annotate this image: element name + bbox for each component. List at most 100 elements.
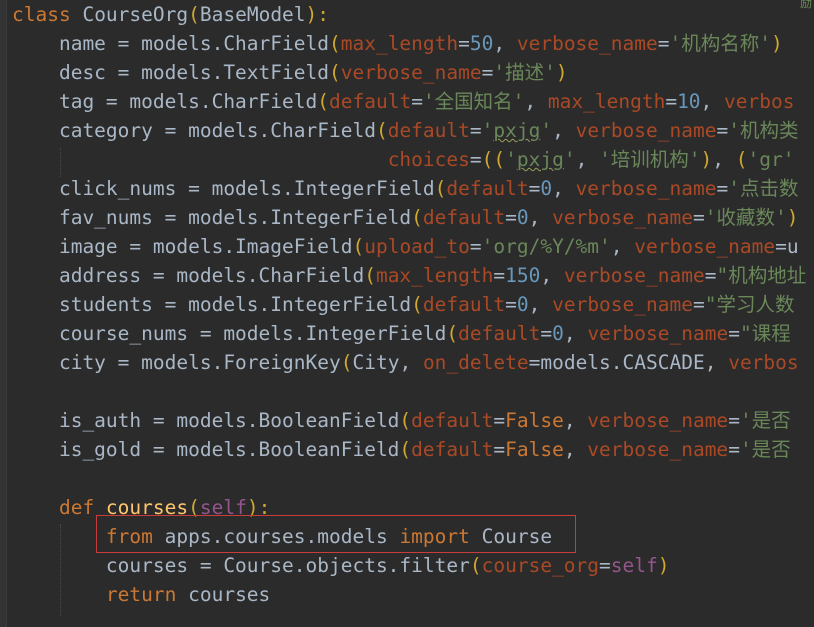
code-token: =u [775,235,799,258]
code-token: '机构类 [728,119,799,142]
editor-gutter [0,0,7,627]
code-token: ( [340,351,353,374]
code-token: fav_nums = models.IntegerField [12,206,412,229]
code-token: = [493,264,506,287]
code-token: = [716,119,729,142]
code-token: ( [411,206,423,229]
code-editor[interactable]: 励 class CourseOrg(BaseModel): name = mod… [0,0,814,627]
code-token: choices [387,148,470,171]
code-token: self [610,554,658,577]
code-token: ( [317,90,329,113]
code-token: ) [770,32,783,55]
code-token: default [446,177,529,200]
code-token: verbose_name [516,32,658,55]
code-token: ( [434,177,447,200]
code-token: = [505,206,517,229]
code-line-10[interactable]: address = models.CharField(max_length=15… [12,261,806,290]
code-token: verbose_name [587,322,729,345]
code-token: = [528,177,541,200]
code-token: = [411,90,423,113]
code-token: = [728,322,740,345]
code-token: , [552,119,576,142]
code-token: , [575,148,600,171]
code-token: image = models.ImageField [12,235,353,258]
code-line-11[interactable]: students = models.IntegerField(default=0… [12,290,795,319]
code-token: ( [188,3,200,26]
code-token: = [469,119,482,142]
code-token: = [692,293,705,316]
code-token: default [387,119,470,142]
code-token: ( [735,148,748,171]
code-token: '点击数 [728,177,799,200]
code-token: ( [399,409,412,432]
code-token: = [493,409,506,432]
code-token: , [712,148,736,171]
code-token: ( [352,235,365,258]
corner-mark: 励 [799,0,812,10]
code-line-2[interactable]: name = models.CharField(max_length=50, v… [12,29,783,58]
code-token: ( [446,322,459,345]
code-token: '是否 [739,438,791,461]
code-token: ( [469,554,482,577]
code-token: ): [305,3,330,26]
code-line-16[interactable]: is_gold = models.BooleanField(default=Fa… [12,435,791,464]
code-token: '培训机构' [599,148,701,171]
code-token: course_nums = models.IntegerField [12,322,447,345]
code-token: desc = models.TextField [12,61,329,84]
code-line-1[interactable]: class CourseOrg(BaseModel): [12,0,329,29]
code-token: = [692,206,705,229]
code-token: is_gold = models.BooleanField [12,438,400,461]
code-token: verbos [724,90,795,113]
code-token: = [458,32,470,55]
code-token: verbos [728,351,799,374]
code-token: City, [352,351,423,374]
code-token: , [524,90,548,113]
code-line-4[interactable]: tag = models.CharField(default='全国知名', m… [12,87,795,116]
code-token: , [528,293,553,316]
code-token: ' [563,148,576,171]
code-token: verbose_name [634,235,776,258]
code-token: = [728,409,740,432]
code-token: ' [540,119,553,142]
code-line-8[interactable]: fav_nums = models.IntegerField(default=0… [12,203,799,232]
code-token: ' [505,148,517,171]
code-token: default [422,206,506,229]
code-token: address = models.CharField [12,264,365,287]
code-line-12[interactable]: course_nums = models.IntegerField(defaul… [12,319,791,348]
code-token: , [610,235,635,258]
code-token: =models.CASCADE, [528,351,729,374]
code-line-7[interactable]: click_nums = models.IntegerField(default… [12,174,799,203]
code-line-20[interactable]: courses = Course.objects.filter(course_o… [12,551,670,580]
code-token: default [411,409,494,432]
code-token: "课程 [739,322,791,345]
code-line-21[interactable]: return courses [12,580,270,609]
code-token: verbose_name [575,177,717,200]
code-token: class [12,3,83,26]
code-token: upload_to [364,235,470,258]
code-token: '机构名称' [669,32,771,55]
code-token: 0 [516,206,529,229]
code-token: max_length [340,32,459,55]
code-line-13[interactable]: city = models.ForeignKey(City, on_delete… [12,348,799,377]
code-token: ) [786,206,799,229]
code-token: ) [555,61,568,84]
code-token: default [329,90,412,113]
code-line-9[interactable]: image = models.ImageField(upload_to='org… [12,232,799,261]
code-line-6[interactable]: choices=(('pxjg', '培训机构'), ('gr' [12,145,795,174]
code-token: = [716,177,729,200]
code-token: 150 [505,264,541,287]
code-token: max_length [375,264,494,287]
code-token: ( [328,32,341,55]
code-token: = [469,235,482,258]
code-token: , [540,264,564,287]
code-token: = [599,554,611,577]
code-token: default [458,322,541,345]
code-token: pxjg [516,148,564,171]
code-line-3[interactable]: desc = models.TextField(verbose_name='描述… [12,58,568,87]
code-token: "机构地址 [716,264,807,287]
code-line-5[interactable]: category = models.CharField(default='pxj… [12,116,799,145]
code-token: = [469,148,482,171]
code-token: name = models.CharField [12,32,329,55]
code-line-15[interactable]: is_auth = models.BooleanField(default=Fa… [12,406,791,435]
